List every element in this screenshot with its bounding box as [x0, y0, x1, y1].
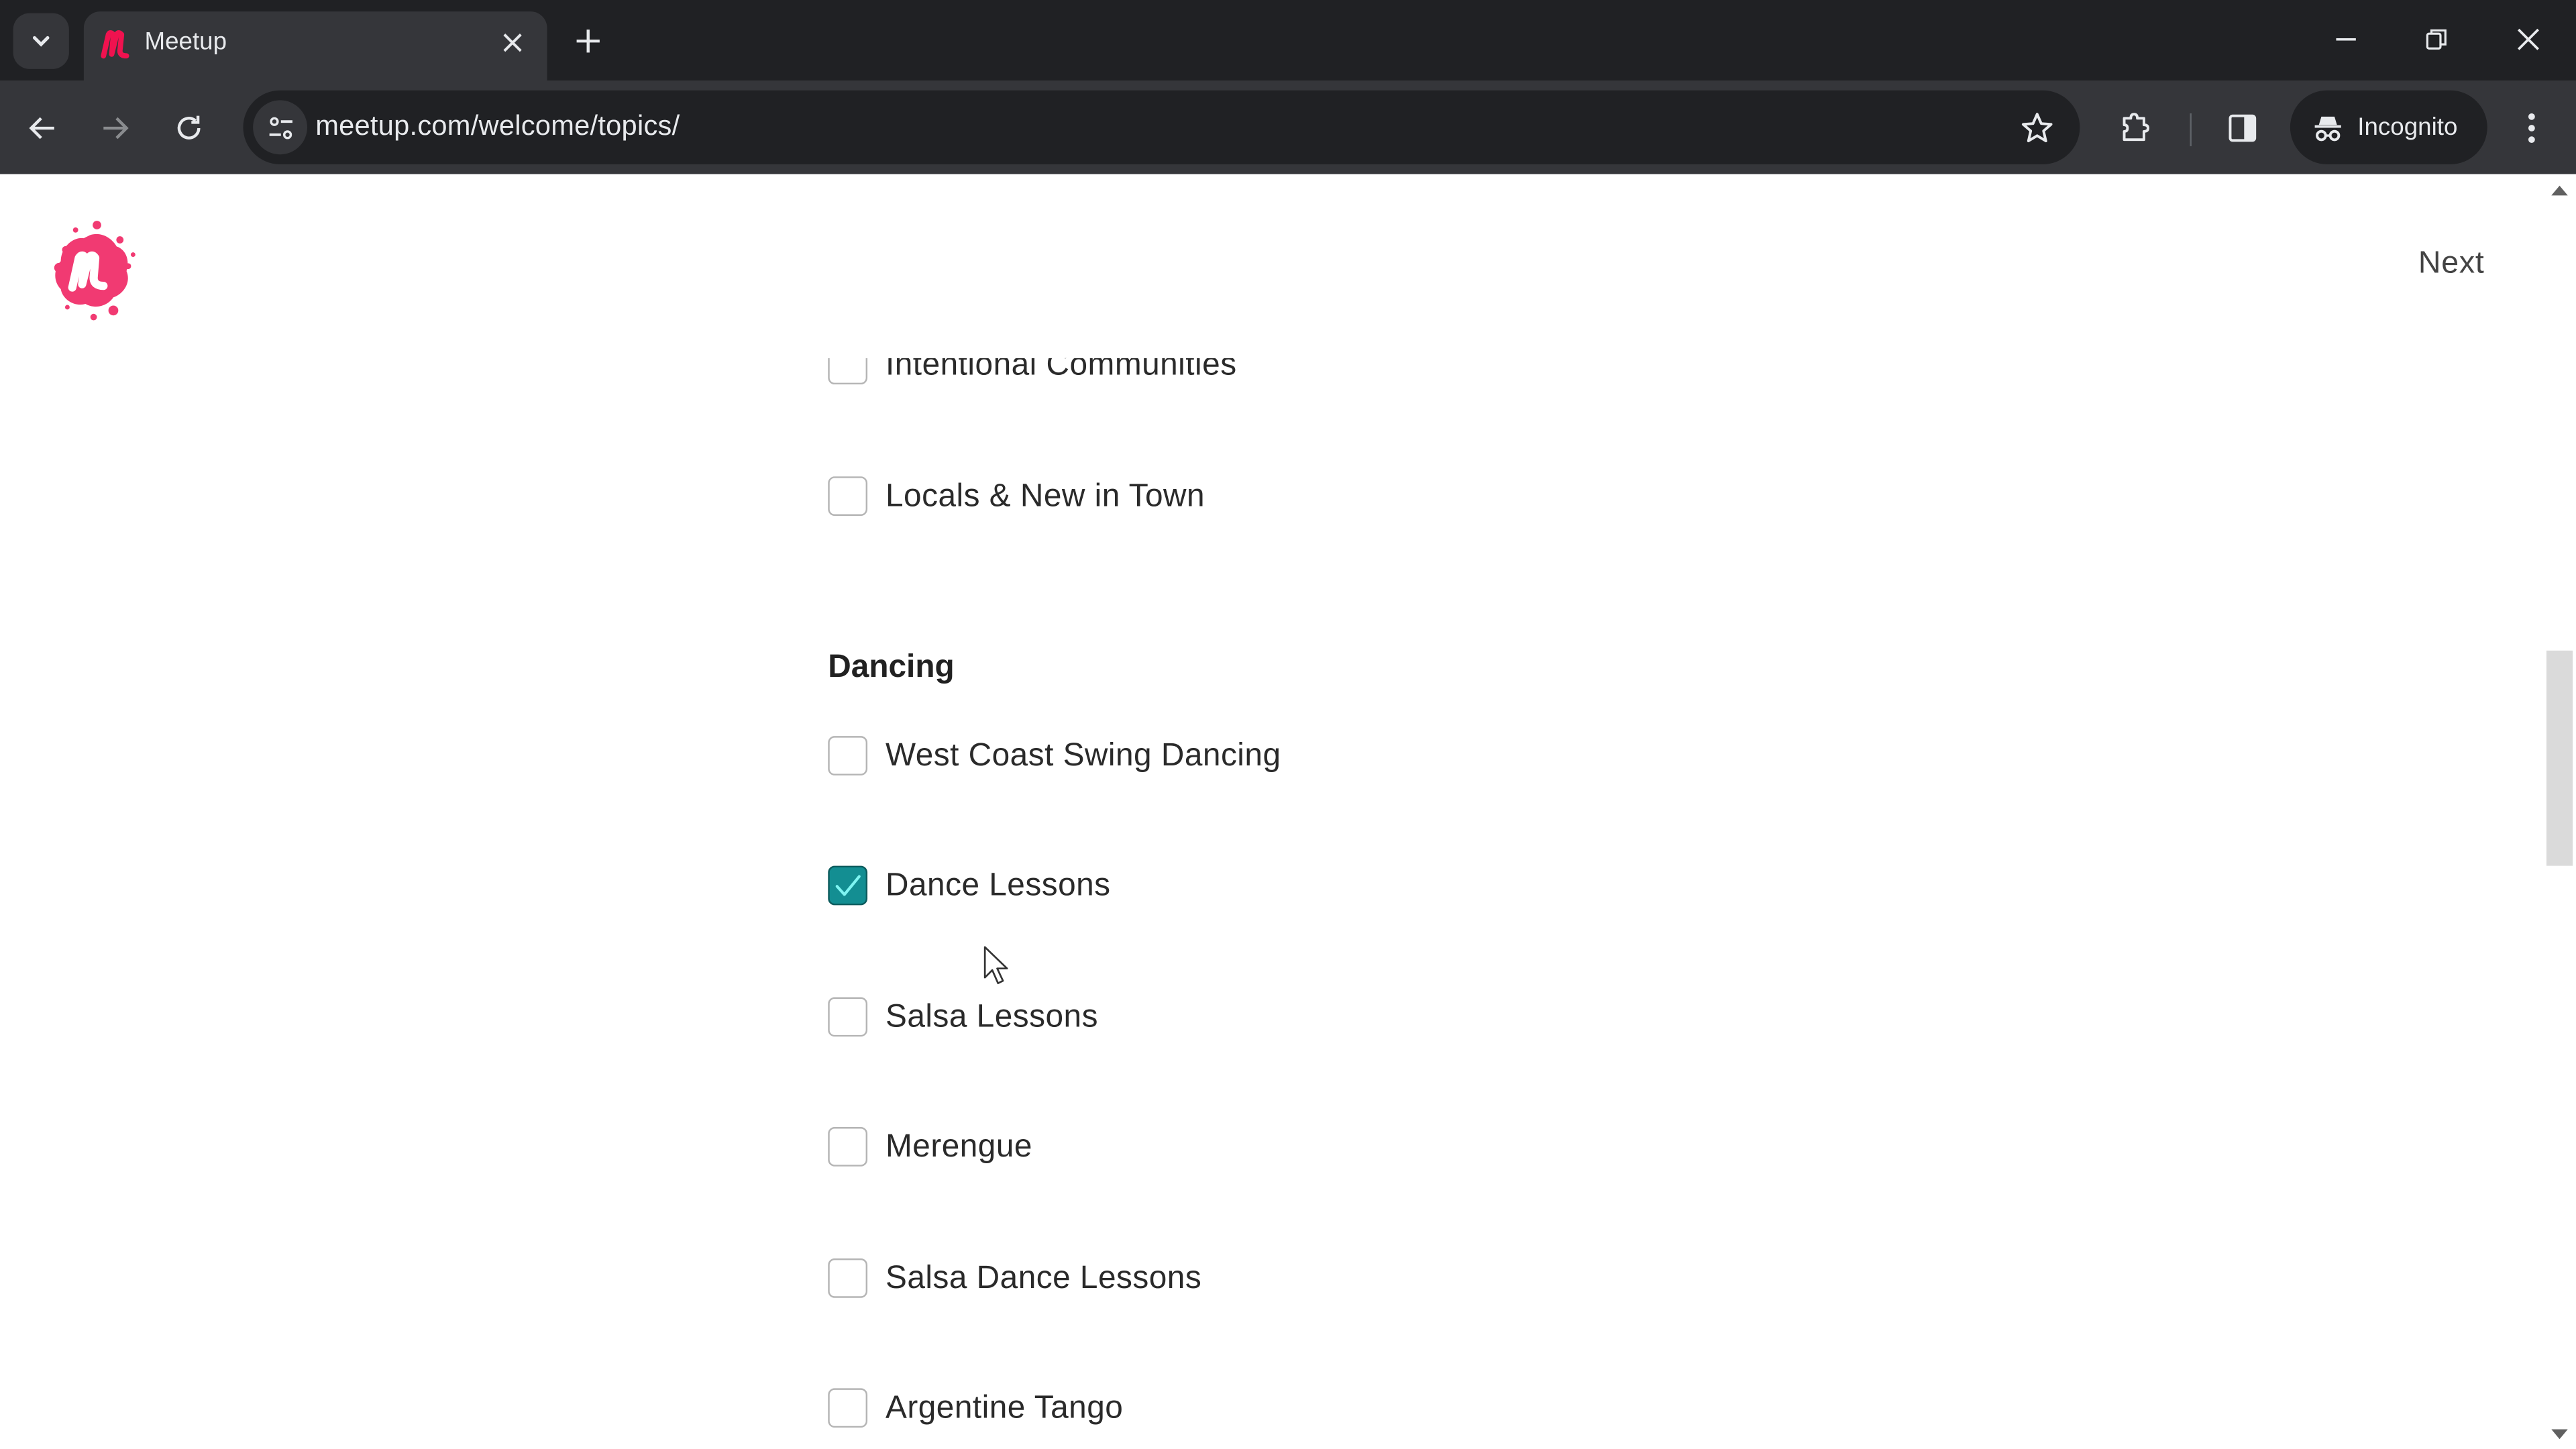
puzzle-icon — [2123, 113, 2150, 142]
scroll-up-arrow-icon[interactable] — [2551, 185, 2568, 196]
url-text[interactable]: meetup.com/welcome/topics/ — [315, 110, 680, 143]
section-heading-dancing: Dancing — [828, 649, 955, 686]
topic-checkbox-item[interactable]: Dance Lessons — [828, 864, 1110, 907]
topics-list: Intentional Communities Locals & New in … — [828, 174, 1978, 1449]
topic-checkbox-item[interactable]: Merengue — [828, 1126, 1032, 1169]
incognito-label: Incognito — [2357, 113, 2458, 142]
tab-search-button[interactable] — [13, 13, 69, 69]
restore-button[interactable] — [2404, 13, 2469, 66]
browser-menu-button[interactable] — [2506, 102, 2558, 154]
topic-label[interactable]: Merengue — [885, 1128, 1032, 1165]
checkbox-checked[interactable] — [828, 865, 868, 906]
meetup-logo[interactable] — [36, 215, 145, 324]
tune-icon — [268, 116, 292, 139]
topic-label[interactable]: Locals & New in Town — [885, 477, 1205, 515]
page-scrollbar[interactable] — [2543, 174, 2576, 1449]
checkbox[interactable] — [828, 997, 868, 1037]
tab-title: Meetup — [144, 28, 227, 56]
reload-icon — [177, 115, 201, 140]
tab-strip: Meetup — [0, 0, 2576, 81]
browser-window: Meetup meetup.com/welcome/topics/ Incogn… — [0, 0, 2576, 1449]
page-header: Next — [0, 174, 2544, 358]
address-bar[interactable]: meetup.com/welcome/topics/ — [243, 90, 2080, 164]
side-panel-icon — [2229, 114, 2257, 142]
kebab-menu-icon — [2528, 113, 2535, 144]
arrow-right-icon — [103, 117, 129, 140]
toolbar-separator — [2190, 113, 2192, 146]
restore-icon — [2426, 29, 2447, 50]
page-viewport: Next Intentional Communities Locals & Ne… — [0, 174, 2576, 1449]
topic-label[interactable]: Salsa Lessons — [885, 998, 1098, 1036]
next-button[interactable]: Next — [2418, 246, 2485, 282]
close-window-button[interactable] — [2496, 13, 2561, 66]
topic-checkbox-item[interactable]: Salsa Dance Lessons — [828, 1256, 1201, 1299]
topic-label[interactable]: West Coast Swing Dancing — [885, 737, 1281, 774]
topic-checkbox-item[interactable]: Locals & New in Town — [828, 475, 1205, 518]
checkmark-icon — [835, 875, 861, 896]
tab-meetup[interactable]: Meetup — [83, 11, 547, 81]
checkbox[interactable] — [828, 476, 868, 516]
arrow-left-icon — [29, 117, 54, 140]
topic-checkbox-item[interactable]: Argentine Tango — [828, 1387, 1123, 1430]
close-icon — [503, 34, 522, 52]
side-panel-button[interactable] — [2216, 102, 2269, 154]
checkbox[interactable] — [828, 736, 868, 775]
new-tab-button[interactable] — [565, 18, 611, 64]
topic-checkbox-item[interactable]: Salsa Lessons — [828, 996, 1098, 1038]
extensions-button[interactable] — [2109, 102, 2161, 154]
topic-label[interactable]: Salsa Dance Lessons — [885, 1259, 1201, 1297]
topic-checkbox-item[interactable]: West Coast Swing Dancing — [828, 735, 1281, 777]
back-button[interactable] — [16, 102, 68, 154]
scroll-down-arrow-icon[interactable] — [2551, 1429, 2568, 1440]
topic-label[interactable]: Dance Lessons — [885, 867, 1111, 904]
topic-label[interactable]: Argentine Tango — [885, 1389, 1123, 1427]
mouse-cursor-icon — [983, 946, 1008, 985]
meetup-m-icon — [101, 30, 129, 59]
site-info-button[interactable] — [253, 100, 307, 155]
chevron-down-icon — [32, 36, 50, 47]
plus-icon — [576, 30, 600, 53]
close-icon — [2517, 28, 2539, 50]
minimize-icon — [2336, 38, 2356, 41]
incognito-indicator[interactable]: Incognito — [2290, 90, 2487, 164]
tab-close-button[interactable] — [494, 25, 531, 61]
scrollbar-thumb[interactable] — [2546, 650, 2573, 866]
minimize-button[interactable] — [2313, 13, 2379, 66]
bookmark-button[interactable] — [2017, 109, 2057, 148]
checkbox[interactable] — [828, 1388, 868, 1428]
forward-button[interactable] — [89, 102, 141, 154]
incognito-icon — [2314, 115, 2341, 141]
star-icon — [2021, 113, 2053, 143]
checkbox[interactable] — [828, 1127, 868, 1167]
browser-toolbar: meetup.com/welcome/topics/ Incognito — [0, 80, 2576, 174]
checkbox[interactable] — [828, 1258, 868, 1298]
reload-button[interactable] — [162, 102, 215, 154]
